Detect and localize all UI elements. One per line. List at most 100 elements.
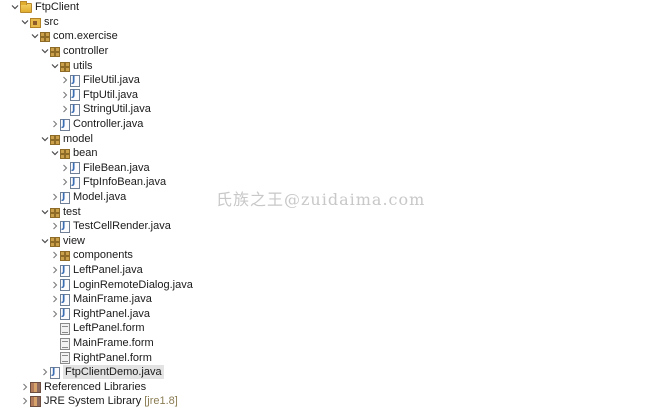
- tree-item-label: FileUtil.java: [83, 74, 140, 87]
- tree-item[interactable]: MainFrame.java: [0, 292, 650, 307]
- tree-item-label: Controller.java: [73, 118, 144, 131]
- tree-item[interactable]: StringUtil.java: [0, 102, 650, 117]
- java-file-icon: [60, 279, 70, 292]
- tree-item[interactable]: LeftPanel.form: [0, 321, 650, 336]
- java-file-icon: [60, 264, 70, 277]
- java-file-icon: [70, 103, 80, 116]
- chevron-right-icon[interactable]: [60, 73, 70, 87]
- tree-item[interactable]: LeftPanel.java: [0, 263, 650, 278]
- chevron-right-icon[interactable]: [60, 175, 70, 189]
- chevron-down-icon[interactable]: [10, 0, 20, 14]
- tree-item-label: LeftPanel.java: [73, 264, 143, 277]
- tree-item[interactable]: FtpUtil.java: [0, 88, 650, 103]
- chevron-right-icon[interactable]: [50, 190, 60, 204]
- tree-item-label: view: [63, 234, 86, 247]
- chevron-right-icon[interactable]: [50, 307, 60, 321]
- tree-item-label: components: [73, 249, 133, 262]
- tree-item-label: TestCellRender.java: [73, 220, 171, 233]
- tree-item-label: FtpInfoBean.java: [83, 176, 167, 189]
- tree-item-label: LoginRemoteDialog.java: [73, 278, 193, 291]
- chevron-down-icon[interactable]: [40, 132, 50, 146]
- tree-item[interactable]: JRE System Library [jre1.8]: [0, 394, 650, 409]
- chevron-right-icon[interactable]: [50, 248, 60, 262]
- tree-item[interactable]: view: [0, 234, 650, 249]
- tree-item[interactable]: FtpClient: [0, 0, 650, 15]
- chevron-right-icon[interactable]: [60, 102, 70, 116]
- chevron-right-icon[interactable]: [50, 219, 60, 233]
- chevron-right-icon[interactable]: [40, 365, 50, 379]
- chevron-down-icon[interactable]: [40, 234, 50, 248]
- chevron-down-icon[interactable]: [40, 205, 50, 219]
- tree-item-label: FtpClient: [35, 1, 80, 14]
- package-icon: [50, 236, 60, 247]
- tree-item[interactable]: FileUtil.java: [0, 73, 650, 88]
- package-icon: [40, 32, 50, 43]
- tree-item[interactable]: Controller.java: [0, 117, 650, 132]
- tree-item[interactable]: RightPanel.java: [0, 307, 650, 322]
- tree-item-label: LeftPanel.form: [73, 322, 145, 335]
- source-folder-icon: [30, 17, 41, 28]
- package-icon: [60, 149, 70, 160]
- java-file-icon: [70, 89, 80, 102]
- chevron-down-icon[interactable]: [50, 146, 60, 160]
- tree-item-label: utils: [73, 59, 93, 72]
- tree-item[interactable]: Referenced Libraries: [0, 380, 650, 395]
- chevron-down-icon[interactable]: [50, 59, 60, 73]
- chevron-right-icon[interactable]: [50, 292, 60, 306]
- package-icon: [50, 207, 60, 218]
- tree-item-label: test: [63, 205, 81, 218]
- package-icon: [50, 134, 60, 145]
- form-file-icon: [60, 337, 70, 350]
- package-icon: [50, 47, 60, 58]
- chevron-down-icon[interactable]: [40, 44, 50, 58]
- tree-item[interactable]: bean: [0, 146, 650, 161]
- library-icon: [30, 396, 41, 408]
- chevron-right-icon[interactable]: [20, 394, 30, 408]
- tree-item-label: src: [44, 15, 59, 28]
- tree-item[interactable]: model: [0, 131, 650, 146]
- java-file-icon: [60, 191, 70, 204]
- chevron-right-icon[interactable]: [60, 161, 70, 175]
- chevron-right-icon[interactable]: [20, 380, 30, 394]
- tree-item-label: Model.java: [73, 191, 127, 204]
- tree-item[interactable]: TestCellRender.java: [0, 219, 650, 234]
- java-file-icon: [60, 308, 70, 321]
- tree-item-label: controller: [63, 45, 109, 58]
- tree-item[interactable]: components: [0, 248, 650, 263]
- tree-item-label: FtpClientDemo.java: [63, 365, 164, 380]
- package-icon: [60, 61, 70, 72]
- java-file-icon: [60, 220, 70, 233]
- chevron-right-icon[interactable]: [50, 117, 60, 131]
- tree-item-label: model: [63, 132, 93, 145]
- java-file-icon: [50, 366, 60, 379]
- form-file-icon: [60, 352, 70, 365]
- tree-item[interactable]: src: [0, 15, 650, 30]
- chevron-right-icon[interactable]: [50, 278, 60, 292]
- chevron-down-icon[interactable]: [30, 29, 40, 43]
- package-icon: [60, 251, 70, 262]
- tree-item-label: com.exercise: [53, 30, 118, 43]
- tree-item[interactable]: RightPanel.form: [0, 350, 650, 365]
- java-file-icon: [60, 118, 70, 131]
- tree-item[interactable]: MainFrame.form: [0, 336, 650, 351]
- tree-item-label: FileBean.java: [83, 161, 150, 174]
- tree-item[interactable]: LoginRemoteDialog.java: [0, 277, 650, 292]
- chevron-right-icon[interactable]: [50, 263, 60, 277]
- tree-item[interactable]: FtpClientDemo.java: [0, 365, 650, 380]
- java-file-icon: [70, 176, 80, 189]
- tree-item[interactable]: controller: [0, 44, 650, 59]
- tree-item[interactable]: com.exercise: [0, 29, 650, 44]
- java-file-icon: [70, 74, 80, 87]
- chevron-right-icon[interactable]: [60, 88, 70, 102]
- project-icon: [20, 1, 32, 14]
- tree-item[interactable]: utils: [0, 58, 650, 73]
- form-file-icon: [60, 322, 70, 335]
- chevron-down-icon[interactable]: [20, 15, 30, 29]
- tree-item[interactable]: FileBean.java: [0, 161, 650, 176]
- tree-item-label: MainFrame.form: [73, 337, 154, 350]
- library-icon: [30, 381, 41, 393]
- tree-item-label: RightPanel.form: [73, 351, 152, 364]
